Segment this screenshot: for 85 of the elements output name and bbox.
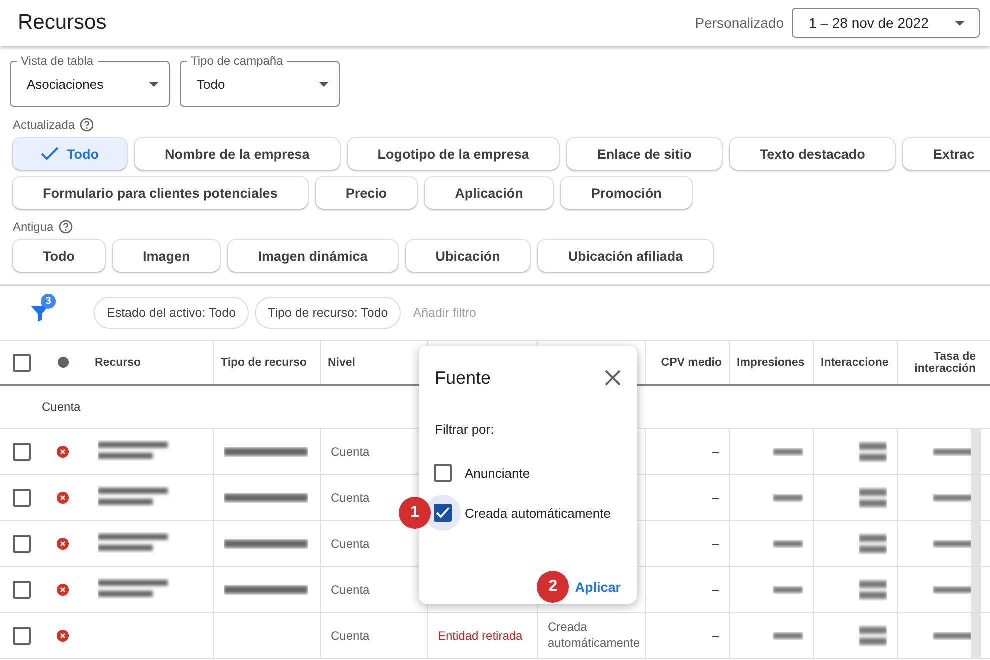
caret-icon [955, 20, 965, 26]
table-cell: Creada automáticamente [548, 620, 640, 652]
blurred-text [933, 584, 973, 594]
filter-chip[interactable]: Texto destacado [730, 138, 896, 170]
filter-chip[interactable]: Enlace de sitio [567, 138, 722, 170]
filter-chip[interactable]: Ubicación [406, 240, 530, 272]
checkbox[interactable] [434, 504, 452, 522]
date-range-dropdown[interactable]: 1 – 28 nov de 2022 [792, 8, 980, 38]
table-cell: – [712, 582, 719, 596]
table-cell: Entidad retirada [438, 628, 523, 642]
option-label: Anunciante [465, 466, 530, 480]
caret-icon [149, 82, 159, 86]
filter-chip[interactable]: Aplicación [425, 177, 554, 209]
checkbox[interactable] [13, 442, 31, 460]
date-label: Personalizado [695, 15, 784, 31]
section-label: Antigua [13, 220, 54, 234]
table-cell: – [712, 444, 719, 458]
checkbox[interactable] [13, 354, 31, 372]
step-badge: 2 [537, 571, 570, 603]
table-cell: Cuenta [331, 536, 370, 550]
close-icon[interactable] [605, 370, 621, 386]
filter-chip[interactable]: Extrac [903, 138, 990, 170]
filter-chip[interactable]: Precio [316, 177, 418, 209]
filter-chip[interactable]: Imagen dinámica [228, 240, 398, 272]
blurred-text [773, 538, 803, 548]
blurred-text [859, 624, 887, 646]
apply-button[interactable]: Aplicar [571, 576, 625, 598]
blurred-text [859, 532, 887, 554]
column-header[interactable]: Tipo de recurso [221, 356, 308, 368]
step-badge: 1 [399, 497, 431, 529]
column-header[interactable]: CPV medio [661, 356, 722, 368]
blurred-text [773, 584, 803, 594]
count-badge: 3 [41, 294, 56, 309]
help-icon[interactable] [58, 220, 73, 234]
option-label: Creada automáticamente [465, 506, 611, 520]
blurred-text [933, 538, 973, 548]
blurred-text [933, 492, 973, 502]
blurred-text [933, 446, 973, 456]
filter-chip[interactable]: Logotipo de la empresa [348, 138, 560, 170]
checkbox[interactable] [13, 534, 31, 552]
checkbox[interactable] [13, 626, 31, 644]
blurred-text [773, 630, 803, 640]
scrollbar[interactable] [971, 613, 981, 658]
filter-chip[interactable]: Imagen [112, 240, 220, 272]
column-header[interactable]: Recurso [95, 356, 142, 368]
blurred-text [773, 446, 803, 456]
table-cell: – [712, 628, 719, 642]
filter-chip[interactable]: Nombre de la empresa [134, 138, 340, 170]
filter-label: Filtrar por: [435, 422, 496, 437]
blurred-text [773, 492, 803, 502]
select-field[interactable]: Vista de tabla Asociaciones [10, 54, 170, 107]
checkbox[interactable] [13, 580, 31, 598]
table-cell: Cuenta [331, 582, 370, 596]
scrollbar[interactable] [971, 429, 981, 474]
status-dot-icon [58, 357, 68, 368]
column-header[interactable]: Impresiones [737, 356, 805, 368]
checkbox[interactable] [13, 488, 31, 506]
popup-title: Fuente [435, 368, 492, 388]
blurred-text [933, 630, 973, 640]
section-label: Actualizada [13, 118, 76, 132]
filter-chip[interactable]: Ubicación afiliada [538, 240, 714, 272]
filter-chip[interactable]: Formulario para clientes potenciales [13, 177, 308, 209]
help-icon[interactable] [80, 118, 94, 132]
column-header[interactable]: Interaccione [821, 356, 889, 368]
table-cell: – [712, 536, 719, 550]
checkbox[interactable] [434, 464, 452, 482]
blurred-text [859, 578, 887, 600]
column-header[interactable]: Nivel [328, 356, 356, 368]
blurred-text [859, 440, 887, 462]
group-label: Cuenta [41, 400, 81, 414]
filter-chip[interactable]: Todo [13, 138, 127, 170]
select-field[interactable]: Tipo de campaña Todo [180, 54, 340, 107]
filter-chip[interactable]: Todo [13, 240, 105, 272]
table-cell: Cuenta [331, 628, 370, 642]
page-title: Recursos [18, 11, 107, 35]
table-cell: Cuenta [331, 490, 370, 504]
filter-chip[interactable]: Tipo de recurso: Todo [255, 297, 402, 329]
column-header[interactable]: Tasa de interacción [905, 350, 976, 374]
filter-chip[interactable]: Promoción [561, 177, 692, 209]
caret-icon [319, 82, 329, 86]
blurred-text [859, 486, 887, 508]
filter-chip[interactable]: Estado del activo: Todo [94, 297, 250, 329]
check-icon [41, 147, 59, 161]
table-cell: – [712, 490, 719, 504]
table-cell: Cuenta [331, 444, 370, 458]
